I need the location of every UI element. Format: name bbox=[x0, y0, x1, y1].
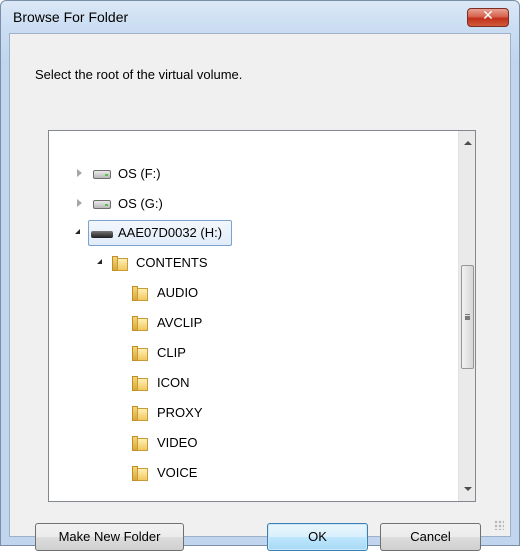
tree-item-os-f[interactable]: OS (F:) bbox=[49, 162, 457, 186]
drive-icon bbox=[93, 170, 111, 179]
folder-icon bbox=[132, 406, 148, 421]
folder-tree[interactable]: OS (F:) OS (G:) AAE07D0032 (H:) CONTENTS bbox=[48, 130, 476, 502]
removable-drive-icon bbox=[91, 231, 113, 238]
tree-item-label: OS (F:) bbox=[118, 166, 161, 181]
close-button[interactable]: ✕ bbox=[467, 8, 509, 27]
vertical-scrollbar[interactable] bbox=[458, 131, 475, 501]
drive-icon bbox=[93, 200, 111, 209]
tree-item-contents[interactable]: CONTENTS bbox=[49, 251, 457, 275]
folder-icon bbox=[132, 376, 148, 391]
tree-item-label: PROXY bbox=[157, 405, 203, 420]
tree-item-label: AAE07D0032 (H:) bbox=[118, 225, 223, 240]
cancel-button[interactable]: Cancel bbox=[380, 523, 481, 551]
collapse-arrow-icon[interactable] bbox=[97, 259, 102, 264]
tree-item-label: AUDIO bbox=[157, 285, 199, 300]
tree-item-avclip[interactable]: AVCLIP bbox=[49, 311, 457, 335]
window-title: Browse For Folder bbox=[13, 9, 129, 25]
folder-icon bbox=[132, 346, 148, 361]
folder-icon bbox=[132, 286, 148, 301]
expand-arrow-icon[interactable] bbox=[77, 169, 82, 177]
folder-icon bbox=[132, 436, 148, 451]
scroll-down-arrow-icon[interactable] bbox=[464, 487, 472, 491]
expand-arrow-icon[interactable] bbox=[77, 199, 82, 207]
browse-for-folder-dialog: Browse For Folder ✕ Select the root of t… bbox=[0, 0, 520, 551]
tree-item-label: VIDEO bbox=[157, 435, 198, 450]
tree-item-audio[interactable]: AUDIO bbox=[49, 281, 457, 305]
tree-item-clip[interactable]: CLIP bbox=[49, 341, 457, 365]
tree-item-label: OS (G:) bbox=[118, 196, 163, 211]
ok-button[interactable]: OK bbox=[267, 523, 368, 551]
tree-item-label: CONTENTS bbox=[136, 255, 208, 270]
resize-grip-icon[interactable] bbox=[494, 520, 504, 530]
dialog-client-area: Select the root of the virtual volume. O… bbox=[9, 33, 511, 551]
tree-item-video[interactable]: VIDEO bbox=[49, 431, 457, 455]
folder-icon bbox=[132, 316, 148, 331]
tree-item-os-g[interactable]: OS (G:) bbox=[49, 192, 457, 216]
tree-item-label: VOICE bbox=[157, 465, 198, 480]
prompt-text: Select the root of the virtual volume. bbox=[35, 67, 243, 82]
tree-item-icon[interactable]: ICON bbox=[49, 371, 457, 395]
tree-item-voice[interactable]: VOICE bbox=[49, 461, 457, 485]
tree-item-label: AVCLIP bbox=[157, 315, 203, 330]
folder-icon bbox=[132, 466, 148, 481]
tree-item-proxy[interactable]: PROXY bbox=[49, 401, 457, 425]
make-new-folder-button[interactable]: Make New Folder bbox=[35, 523, 184, 551]
scrollbar-thumb[interactable] bbox=[461, 265, 474, 369]
grip-icon bbox=[465, 314, 470, 316]
scroll-up-arrow-icon[interactable] bbox=[464, 141, 472, 145]
tree-item-label: CLIP bbox=[157, 345, 186, 360]
tree-item-label: ICON bbox=[157, 375, 190, 390]
title-bar[interactable]: Browse For Folder ✕ bbox=[1, 1, 519, 33]
tree-item-removable-h[interactable]: AAE07D0032 (H:) bbox=[49, 221, 457, 245]
close-icon: ✕ bbox=[482, 8, 494, 24]
collapse-arrow-icon[interactable] bbox=[75, 229, 80, 234]
folder-icon bbox=[112, 256, 128, 271]
